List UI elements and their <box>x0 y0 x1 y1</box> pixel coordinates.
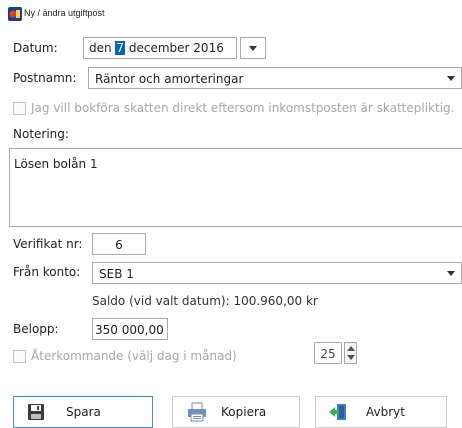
post-name-select[interactable]: Räntor och amorteringar <box>88 67 462 89</box>
post-name-value: Räntor och amorteringar <box>95 72 244 86</box>
title-bar: Ny / ändra utgiftpost <box>0 0 462 30</box>
post-label: Postnamn: <box>13 71 77 85</box>
copy-button[interactable]: Kopiera <box>172 396 300 428</box>
from-account-value: SEB 1 <box>99 267 134 281</box>
date-dropdown-button[interactable] <box>240 37 266 59</box>
tax-checkbox[interactable] <box>13 102 26 115</box>
note-label: Notering: <box>13 127 69 141</box>
note-text: Lösen bolån 1 <box>14 157 98 171</box>
save-button[interactable]: Spara <box>13 396 153 428</box>
amount-field[interactable]: 350 000,00 <box>92 318 168 340</box>
exit-door-icon <box>328 402 348 422</box>
tax-checkbox-label: Jag vill bokföra skatten direkt eftersom… <box>31 101 455 115</box>
note-textarea[interactable]: Lösen bolån 1 <box>9 148 462 227</box>
recurring-checkbox[interactable] <box>13 350 26 363</box>
voucher-label: Verifikat nr: <box>13 237 83 251</box>
save-button-label: Spara <box>66 405 101 419</box>
chevron-down-icon <box>447 76 455 81</box>
recurring-day-value: 25 <box>320 347 336 361</box>
voucher-number-value: 6 <box>115 238 123 252</box>
amount-value: 350 000,00 <box>95 323 164 337</box>
window-title: Ny / ändra utgiftpost <box>24 8 105 18</box>
balance-text: Saldo (vid valt datum): 100.960,00 kr <box>92 294 318 308</box>
date-selected-day: 7 <box>115 41 126 55</box>
date-rest: december 2016 <box>125 41 224 55</box>
date-label: Datum: <box>13 41 58 55</box>
voucher-number-field[interactable]: 6 <box>92 233 146 255</box>
cancel-button-label: Avbryt <box>366 405 405 419</box>
from-account-label: Från konto: <box>13 265 81 279</box>
recurring-day-spinner[interactable] <box>344 342 357 364</box>
chevron-down-icon <box>447 271 455 276</box>
recurring-checkbox-label: Återkommande (välj dag i månad) <box>31 349 237 363</box>
date-picker-field[interactable]: den 7 december 2016 <box>83 37 237 59</box>
from-account-select[interactable]: SEB 1 <box>92 262 462 284</box>
spin-up-icon <box>347 346 355 351</box>
spin-down-icon <box>347 355 355 360</box>
copy-button-label: Kopiera <box>221 405 267 419</box>
app-logo-icon <box>8 6 22 21</box>
amount-label: Belopp: <box>13 322 59 336</box>
printer-copy-icon <box>187 402 207 422</box>
recurring-day-field[interactable]: 25 <box>314 342 342 364</box>
cancel-button[interactable]: Avbryt <box>315 396 447 428</box>
chevron-down-icon <box>249 46 257 51</box>
floppy-disk-icon <box>26 402 46 422</box>
date-prefix: den <box>89 41 116 55</box>
